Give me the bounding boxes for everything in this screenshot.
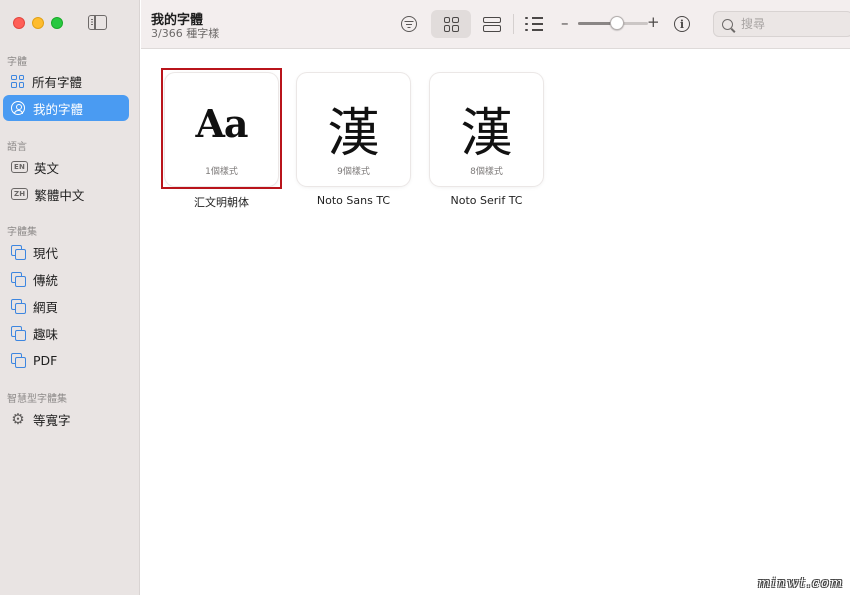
info-icon: i — [674, 16, 690, 32]
section-label-smart-collections: 智慧型字體集 — [7, 394, 67, 405]
strip-view-button[interactable] — [476, 10, 508, 38]
sidebar-item-fun[interactable]: 趣味 — [3, 320, 129, 346]
font-tile-noto-serif-tc[interactable]: 漢 8個樣式 — [430, 73, 543, 186]
sidebar-item-label: 現代 — [33, 245, 59, 261]
collection-icon — [11, 299, 26, 314]
font-tile-noto-sans-tc[interactable]: 漢 9個樣式 — [297, 73, 410, 186]
filter-icon — [401, 16, 417, 32]
grid-view-icon — [443, 16, 459, 32]
font-tile-huiwen-mincho[interactable]: Aa 1個樣式 — [165, 73, 278, 186]
window-close-button[interactable] — [13, 17, 25, 29]
zoom-slider-knob[interactable] — [609, 16, 624, 30]
filter-button[interactable] — [397, 10, 421, 38]
sidebar-item-label: 網頁 — [33, 299, 59, 315]
grid-icon — [11, 74, 24, 88]
strip-view-icon — [483, 16, 501, 32]
zoom-in-icon[interactable]: + — [647, 13, 660, 31]
font-name-label: Noto Serif TC — [450, 194, 523, 207]
en-badge-icon: EN — [11, 161, 29, 173]
sidebar-item-modern[interactable]: 現代 — [3, 239, 129, 265]
font-count-subtitle: 3/366 種字樣 — [151, 27, 220, 40]
zh-badge-icon: ZH — [11, 188, 29, 200]
sidebar-item-label: 趣味 — [33, 326, 59, 342]
toolbar: 我的字體 3/366 種字樣 – + i — [141, 0, 850, 49]
search-field[interactable] — [713, 11, 850, 37]
info-button[interactable]: i — [671, 10, 693, 38]
section-label-languages: 語言 — [7, 142, 27, 153]
search-icon — [722, 18, 733, 30]
sidebar: 字體 所有字體 我的字體 語言 EN 英文 ZH 繁體中文 字體集 現代 傳統 … — [0, 0, 140, 595]
collection-icon — [11, 326, 26, 341]
section-label-fonts: 字體 — [7, 57, 27, 68]
sidebar-item-all-fonts[interactable]: 所有字體 — [3, 68, 129, 94]
watermark: minwt.com — [757, 576, 844, 591]
font-preview-glyph: 漢 — [460, 104, 513, 164]
sidebar-item-pdf[interactable]: PDF — [3, 347, 129, 373]
sidebar-item-label: 所有字體 — [32, 74, 83, 90]
list-view-button[interactable] — [519, 10, 549, 38]
person-circle-icon — [11, 101, 25, 115]
sidebar-item-my-fonts[interactable]: 我的字體 — [3, 95, 129, 121]
sidebar-item-label: 我的字體 — [33, 101, 84, 117]
font-preview-glyph: Aa — [195, 101, 248, 146]
section-label-collections: 字體集 — [7, 227, 37, 238]
grid-view-button[interactable] — [431, 10, 471, 38]
sidebar-item-web[interactable]: 網頁 — [3, 293, 129, 319]
sidebar-toggle-icon[interactable] — [88, 15, 107, 30]
collection-icon — [11, 245, 26, 260]
search-input[interactable] — [741, 17, 841, 31]
font-style-count: 9個樣式 — [337, 167, 370, 177]
toolbar-divider — [513, 14, 514, 34]
sidebar-item-label: 傳統 — [33, 272, 59, 288]
sidebar-item-label: 繁體中文 — [34, 187, 85, 203]
gear-icon: ⚙ — [11, 410, 25, 428]
collection-icon — [11, 272, 26, 287]
font-name-label: Noto Sans TC — [316, 194, 391, 207]
font-style-count: 1個樣式 — [205, 167, 238, 177]
sidebar-item-label: 等寬字 — [33, 412, 71, 428]
sidebar-item-label: PDF — [33, 352, 58, 368]
font-preview-glyph: 漢 — [327, 104, 380, 164]
font-style-count: 8個樣式 — [470, 167, 503, 177]
sidebar-item-monospace[interactable]: ⚙ 等寬字 — [3, 406, 129, 432]
zoom-out-icon[interactable]: – — [561, 14, 569, 32]
sidebar-item-english[interactable]: EN 英文 — [3, 154, 129, 180]
sidebar-item-label: 英文 — [34, 160, 60, 176]
window-minimize-button[interactable] — [32, 17, 44, 29]
collection-icon — [11, 353, 26, 368]
list-view-icon — [525, 17, 543, 31]
sidebar-item-traditional[interactable]: 傳統 — [3, 266, 129, 292]
sidebar-item-traditional-chinese[interactable]: ZH 繁體中文 — [3, 181, 129, 207]
font-name-label: 汇文明朝体 — [194, 196, 249, 209]
window-zoom-button[interactable] — [51, 17, 63, 29]
